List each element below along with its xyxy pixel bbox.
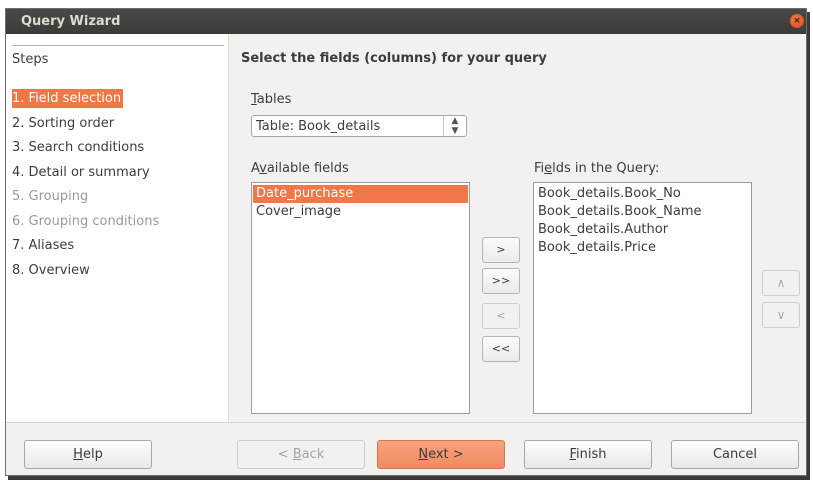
move-up-button[interactable]: ∧ <box>762 270 800 296</box>
finish-button[interactable]: Finish <box>524 440 652 469</box>
cancel-button[interactable]: Cancel <box>671 440 799 469</box>
move-down-button[interactable]: ∨ <box>762 302 800 328</box>
remove-all-fields-button[interactable]: << <box>482 336 520 362</box>
steps-divider <box>12 45 224 46</box>
table-select[interactable]: Table: Book_details ▲ ▼ <box>251 115 467 137</box>
step-overview[interactable]: 8. Overview <box>12 261 92 280</box>
next-button[interactable]: Next > <box>377 440 505 469</box>
query-wizard-window: Query Wizard × Steps 1. Field selection … <box>5 8 807 476</box>
list-item[interactable]: Book_details.Book_Name <box>535 203 750 221</box>
next-label-rest: ext > <box>428 447 464 462</box>
step-search-conditions[interactable]: 3. Search conditions <box>12 138 146 157</box>
table-select-value: Table: Book_details <box>256 119 381 134</box>
next-mnemonic: N <box>418 447 429 462</box>
tables-label: Tables <box>251 92 291 107</box>
back-prefix: < <box>277 447 293 462</box>
add-all-fields-button[interactable]: >> <box>482 268 520 294</box>
footer-divider <box>6 422 806 423</box>
available-fields-label: Available fields <box>251 161 349 176</box>
query-label-rest: lds in the Query: <box>552 161 660 176</box>
query-label-mnemonic: e <box>544 161 553 176</box>
help-mnemonic: H <box>73 447 83 462</box>
query-fields-list[interactable]: Book_details.Book_No Book_details.Book_N… <box>533 182 752 414</box>
back-button[interactable]: < Back <box>237 440 365 469</box>
close-icon[interactable]: × <box>790 14 804 28</box>
step-grouping: 5. Grouping <box>12 189 89 204</box>
back-label-rest: ack <box>301 447 325 462</box>
step-field-selection[interactable]: 1. Field selection <box>12 89 124 108</box>
step-grouping-conditions: 6. Grouping conditions <box>12 214 160 229</box>
available-label-pre: A <box>251 161 260 176</box>
steps-pane: Steps 1. Field selection 2. Sorting orde… <box>6 34 229 422</box>
available-label-mnemonic: v <box>259 161 267 176</box>
list-item[interactable]: Date_purchase <box>253 185 468 203</box>
available-label-rest: ailable fields <box>266 161 349 176</box>
steps-title: Steps <box>12 52 49 67</box>
step-aliases[interactable]: 7. Aliases <box>12 236 76 255</box>
list-item[interactable]: Book_details.Book_No <box>535 185 750 203</box>
remove-field-button[interactable]: < <box>482 303 520 329</box>
window-title: Query Wizard <box>21 14 121 29</box>
query-label-pre: Fi <box>534 161 545 176</box>
list-item[interactable]: Book_details.Author <box>535 221 750 239</box>
finish-label-rest: inish <box>576 447 607 462</box>
add-field-button[interactable]: > <box>482 237 520 263</box>
back-mnemonic: B <box>292 447 302 462</box>
tables-label-rest: ables <box>256 92 292 107</box>
step-detail-or-summary[interactable]: 4. Detail or summary <box>12 163 152 182</box>
title-bar[interactable]: Query Wizard × <box>6 9 806 34</box>
help-button[interactable]: Help <box>24 440 152 469</box>
step-sorting-order[interactable]: 2. Sorting order <box>12 114 116 133</box>
query-fields-label: Fields in the Query: <box>534 161 659 176</box>
spin-arrows-icon[interactable]: ▲ ▼ <box>443 116 466 136</box>
help-label-rest: elp <box>82 447 103 462</box>
wizard-content: Steps 1. Field selection 2. Sorting orde… <box>6 34 806 475</box>
list-item[interactable]: Book_details.Price <box>535 239 750 257</box>
page-heading: Select the fields (columns) for your que… <box>241 51 547 66</box>
available-fields-list[interactable]: Date_purchase Cover_image <box>251 182 470 414</box>
list-item[interactable]: Cover_image <box>253 203 468 221</box>
